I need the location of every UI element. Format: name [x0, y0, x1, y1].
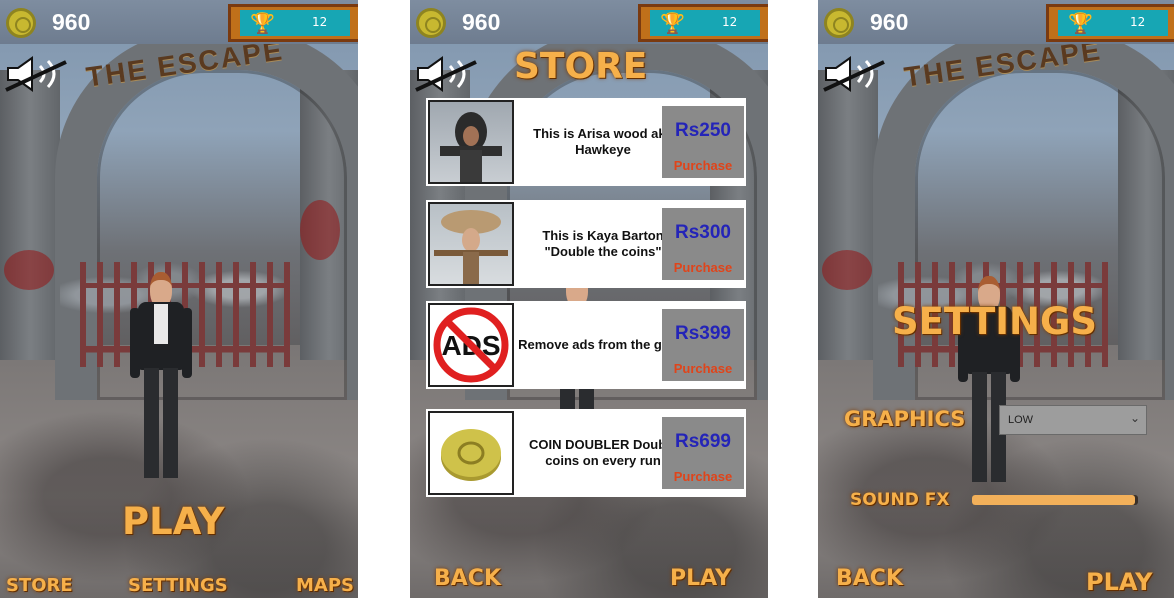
coin-count: 960: [52, 9, 91, 35]
price-box[interactable]: Rs399 Purchase: [662, 309, 744, 381]
player-character: [130, 272, 192, 482]
sound-fx-slider[interactable]: [972, 495, 1138, 505]
coin-icon: [6, 8, 36, 38]
no-ads-icon: ADS: [428, 303, 514, 387]
purchase-button[interactable]: Purchase: [662, 361, 744, 376]
graphics-dropdown-value: LOW: [1008, 414, 1034, 426]
stone-wall-left: [0, 70, 60, 360]
store-item[interactable]: This is Arisa wood aka Hawkeye Rs250 Pur…: [426, 98, 746, 186]
sound-fx-slider-fill: [972, 495, 1135, 505]
coin-icon: [416, 8, 446, 38]
hooded-character-icon: [428, 100, 514, 184]
coin-icon: [824, 8, 854, 38]
play-button[interactable]: PLAY: [1086, 568, 1153, 596]
trophy-panel[interactable]: 🏆 12: [638, 4, 768, 42]
trophy-icon: 🏆: [1068, 11, 1093, 35]
trophy-count: 12: [1130, 15, 1146, 29]
maps-button[interactable]: MAPS: [296, 575, 354, 596]
sound-toggle-icon[interactable]: [822, 56, 888, 92]
store-item[interactable]: COIN DOUBLER Double coins on every run R…: [426, 409, 746, 497]
sound-toggle-icon[interactable]: [414, 56, 480, 92]
hud-bar: 960 🏆 12: [818, 0, 1174, 44]
store-title: STORE: [514, 46, 648, 87]
store-screen: 960 🏆 12 STORE This is Arisa wood aka Ha…: [410, 0, 768, 598]
price-box[interactable]: Rs300 Purchase: [662, 208, 744, 280]
settings-screen: THE ESCAPE 960 🏆 12 SETTINGS GRAPHICS LO…: [818, 0, 1174, 598]
blood-stain: [822, 250, 872, 290]
play-button[interactable]: PLAY: [670, 566, 731, 591]
purchase-button[interactable]: Purchase: [662, 158, 744, 173]
graphics-dropdown[interactable]: LOW ⌄: [999, 405, 1147, 435]
back-button[interactable]: BACK: [434, 566, 501, 591]
play-button[interactable]: PLAY: [122, 500, 225, 543]
trophy-panel[interactable]: 🏆 12: [228, 4, 358, 42]
trophy-icon: 🏆: [660, 11, 685, 35]
trophy-count: 12: [312, 15, 328, 29]
back-button[interactable]: BACK: [836, 566, 903, 591]
item-price: Rs300: [675, 222, 731, 243]
blood-stain: [300, 200, 340, 260]
hud-bar: 960 🏆 12: [0, 0, 358, 44]
price-box[interactable]: Rs250 Purchase: [662, 106, 744, 178]
item-price: Rs250: [675, 120, 731, 141]
store-item[interactable]: This is Kaya Barton "Double the coins" R…: [426, 200, 746, 288]
settings-button[interactable]: SETTINGS: [128, 575, 228, 596]
trophy-panel[interactable]: 🏆 12: [1046, 4, 1174, 42]
hud-bar: 960 🏆 12: [410, 0, 768, 44]
chevron-down-icon: ⌄: [1129, 411, 1140, 425]
store-item[interactable]: ADS Remove ads from the game Rs399 Purch…: [426, 301, 746, 389]
store-button[interactable]: STORE: [6, 575, 73, 596]
trophy-count: 12: [722, 15, 738, 29]
graphics-label: GRAPHICS: [844, 407, 966, 431]
settings-title: SETTINGS: [892, 300, 1097, 343]
sound-fx-label: SOUND FX: [850, 490, 950, 510]
coin-doubler-icon: [428, 411, 514, 495]
price-box[interactable]: Rs699 Purchase: [662, 417, 744, 489]
item-price: Rs399: [675, 323, 731, 344]
purchase-button[interactable]: Purchase: [662, 469, 744, 484]
blood-stain: [4, 250, 54, 290]
sound-toggle-icon[interactable]: [4, 56, 70, 92]
main-menu-screen: THE ESCAPE 960 🏆 12 PLAY STORE SETTINGS …: [0, 0, 358, 598]
coin-count: 960: [462, 9, 501, 35]
stone-wall-left: [818, 70, 878, 360]
coin-count: 960: [870, 9, 909, 35]
hat-character-icon: [428, 202, 514, 286]
item-price: Rs699: [675, 431, 731, 452]
purchase-button[interactable]: Purchase: [662, 260, 744, 275]
trophy-icon: 🏆: [250, 11, 275, 35]
